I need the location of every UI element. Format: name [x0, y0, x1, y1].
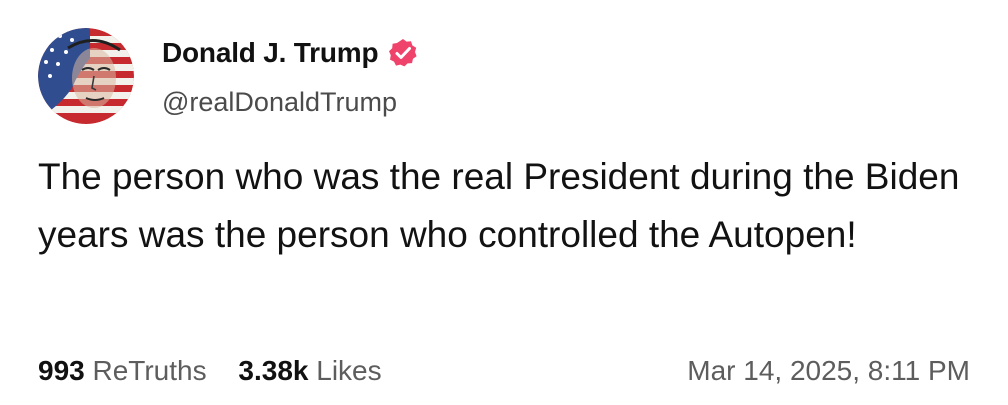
likes-stat[interactable]: 3.38k Likes [238, 355, 381, 387]
post-text: The person who was the real President du… [38, 156, 960, 255]
post-card: Donald J. Trump @realDonaldTrump The per… [0, 0, 1008, 405]
author-identity: Donald J. Trump @realDonaldTrump [162, 35, 420, 118]
author-handle[interactable]: @realDonaldTrump [162, 87, 420, 118]
retruths-label: ReTruths [92, 355, 207, 386]
avatar[interactable] [38, 28, 134, 124]
likes-label: Likes [316, 355, 382, 386]
retruths-stat[interactable]: 993 ReTruths [38, 355, 207, 387]
post-header: Donald J. Trump @realDonaldTrump [38, 28, 420, 128]
verified-badge-icon [386, 36, 420, 70]
name-row: Donald J. Trump [162, 35, 420, 71]
post-timestamp[interactable]: Mar 14, 2025, 8:11 PM [687, 355, 970, 387]
retruths-count: 993 [38, 355, 85, 386]
avatar-image [38, 28, 134, 124]
post-stats: 993 ReTruths 3.38k Likes [38, 355, 382, 387]
author-display-name[interactable]: Donald J. Trump [162, 37, 379, 69]
likes-count: 3.38k [238, 355, 309, 386]
